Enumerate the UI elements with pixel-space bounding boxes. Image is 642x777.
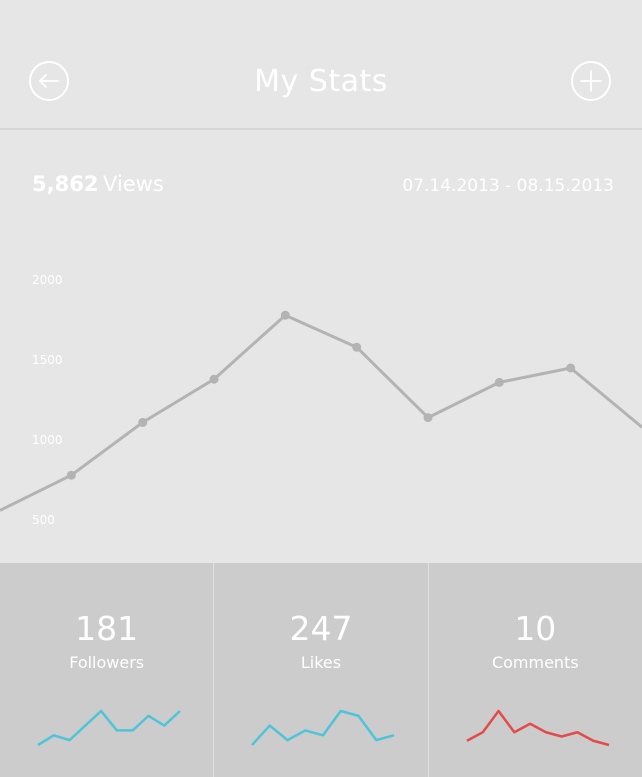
views-chart: 2000 1500 1000 500 [0, 240, 642, 560]
comments-label: Comments [491, 653, 579, 672]
sparkline-path [466, 709, 609, 747]
comments-count: 10 [514, 609, 557, 648]
views-series-line [0, 313, 642, 512]
followers-label: Followers [69, 653, 145, 672]
sparkline-path [37, 709, 181, 747]
app-header: My Stats [0, 0, 642, 130]
stat-followers[interactable]: 181 Followers [0, 563, 215, 777]
y-tick-label: 1000 [32, 433, 63, 447]
stat-comments[interactable]: 10 Comments [429, 563, 642, 777]
date-range[interactable]: 07.14.2013 - 08.15.2013 [402, 176, 614, 196]
data-point[interactable] [352, 342, 362, 352]
data-point[interactable] [209, 374, 219, 384]
comments-sparkline [466, 709, 609, 747]
data-point[interactable] [423, 413, 433, 423]
likes-count: 247 [289, 609, 353, 648]
likes-label: Likes [300, 653, 342, 672]
page-title: My Stats [254, 64, 388, 99]
data-point[interactable] [66, 470, 76, 480]
data-point[interactable] [566, 363, 576, 373]
data-point[interactable] [494, 377, 504, 387]
sparkline-path [251, 709, 395, 746]
stats-panel: 181 Followers 247 Likes 10 Comments [0, 563, 642, 777]
views-count: 5,862 [32, 172, 99, 196]
data-point[interactable] [280, 310, 290, 320]
views-summary: 5,862 Views 07.14.2013 - 08.15.2013 [32, 172, 614, 202]
views-label: Views [103, 172, 164, 196]
y-tick-label: 2000 [32, 273, 63, 287]
followers-sparkline [37, 709, 181, 747]
plus-circle-icon [580, 70, 602, 92]
stat-likes[interactable]: 247 Likes [214, 563, 429, 777]
likes-sparkline [251, 709, 395, 746]
add-button[interactable] [571, 61, 611, 101]
views-line-chart: 2000 1500 1000 500 [0, 273, 642, 527]
y-tick-label: 1500 [32, 353, 63, 367]
y-tick-label: 500 [32, 513, 55, 527]
followers-count: 181 [75, 609, 139, 648]
data-point[interactable] [138, 417, 148, 427]
